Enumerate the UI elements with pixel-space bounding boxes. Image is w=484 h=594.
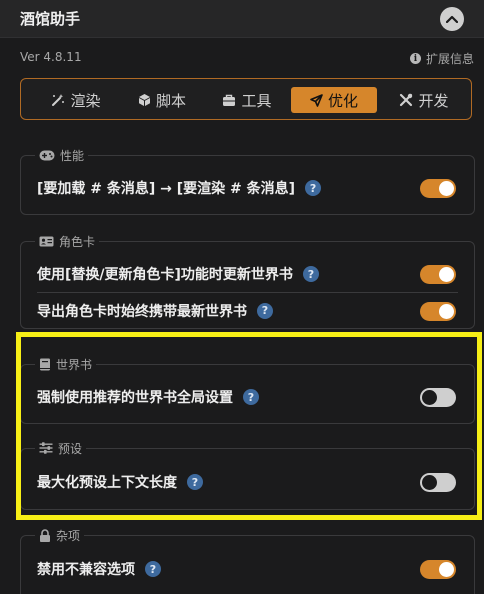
setting-label: 导出角色卡时始终携带最新世界书: [37, 303, 247, 320]
section-misc-legend: 杂项: [35, 527, 85, 543]
extension-info-link[interactable]: i 扩展信息: [409, 50, 474, 67]
section-misc: 杂项 禁用不兼容选项 ?: [20, 527, 475, 594]
toggle-knob: [422, 390, 437, 405]
toggle-knob: [422, 475, 437, 490]
section-preset-legend: 预设: [35, 440, 87, 456]
setting-toggle[interactable]: [420, 388, 456, 407]
section-character-card: 角色卡 使用[替换/更新角色卡]功能时更新世界书 ? 导出角色卡时始终携带最新世…: [20, 233, 475, 329]
tab-tools-label: 工具: [241, 91, 272, 110]
setting-toggle[interactable]: [420, 560, 456, 579]
tab-tools[interactable]: 工具: [216, 87, 278, 113]
section-preset-title: 预设: [58, 441, 83, 456]
extension-info-label: 扩展信息: [425, 52, 474, 66]
collapse-button[interactable]: [440, 7, 464, 31]
setting-row: [要加载 # 条消息] → [要渲染 # 条消息] ?: [37, 170, 458, 206]
lock-icon: [40, 528, 50, 542]
magic-wand-icon: [52, 94, 65, 106]
setting-label: 强制使用推荐的世界书全局设置: [37, 390, 233, 406]
setting-row: 最大化预设上下文长度 ?: [37, 464, 458, 500]
section-performance: 性能 [要加载 # 条消息] → [要渲染 # 条消息] ?: [20, 147, 475, 215]
help-icon[interactable]: ?: [145, 561, 161, 577]
setting-label: 使用[替换/更新角色卡]功能时更新世界书: [37, 267, 293, 283]
setting-row: 禁用不兼容选项 ?: [37, 551, 458, 587]
chevron-up-icon: [446, 15, 458, 23]
setting-row: 使用[替换/更新角色卡]功能时更新世界书 ?: [37, 256, 458, 292]
help-icon[interactable]: ?: [305, 180, 322, 196]
setting-label: [要加载 # 条消息] → [要渲染 # 条消息]: [37, 181, 296, 197]
setting-label: 最大化预设上下文长度: [37, 475, 177, 491]
setting-toggle[interactable]: [420, 179, 456, 198]
section-worldbook-title: 世界书: [56, 357, 93, 372]
tab-optimize-label: 优化: [327, 91, 358, 110]
setting-toggle[interactable]: [420, 302, 456, 321]
toggle-knob: [439, 304, 454, 319]
tab-develop-label: 开发: [418, 91, 449, 110]
tools-icon: [400, 93, 413, 107]
version-label: Ver 4.8.11: [20, 50, 82, 64]
toggle-knob: [439, 562, 454, 577]
section-worldbook-legend: 世界书: [35, 356, 97, 372]
tab-develop[interactable]: 开发: [393, 87, 455, 113]
header-bar: 酒馆助手: [0, 0, 484, 38]
id-card-icon: [39, 236, 54, 246]
send-icon: [310, 93, 323, 107]
tab-script-label: 脚本: [155, 91, 186, 110]
app-title: 酒馆助手: [20, 10, 81, 28]
help-icon[interactable]: ?: [243, 389, 259, 405]
toggle-knob: [439, 267, 454, 282]
setting-toggle[interactable]: [420, 265, 456, 284]
tab-bar: 渲染 脚本 工具 优化 开发: [20, 78, 472, 120]
section-performance-title: 性能: [60, 148, 85, 163]
gamepad-icon: [39, 150, 55, 160]
toolbox-icon: [223, 94, 236, 106]
info-icon: i: [409, 53, 421, 64]
cube-icon: [138, 94, 150, 106]
tab-optimize[interactable]: 优化: [291, 87, 377, 113]
help-icon[interactable]: ?: [302, 266, 319, 282]
setting-toggle[interactable]: [420, 473, 456, 492]
section-preset: 预设 最大化预设上下文长度 ?: [20, 440, 475, 510]
setting-row: 导出角色卡时始终携带最新世界书 ?: [37, 292, 458, 328]
help-icon[interactable]: ?: [257, 302, 273, 319]
section-misc-title: 杂项: [56, 528, 81, 543]
section-worldbook: 世界书 强制使用推荐的世界书全局设置 ?: [20, 356, 475, 424]
setting-row: 强制使用推荐的世界书全局设置 ?: [37, 379, 458, 415]
tab-render[interactable]: 渲染: [45, 87, 107, 113]
section-performance-legend: 性能: [35, 147, 89, 163]
help-icon[interactable]: ?: [187, 474, 203, 490]
book-icon: [40, 358, 50, 370]
sliders-icon: [39, 442, 53, 454]
section-character-card-title: 角色卡: [59, 234, 96, 249]
setting-label: 禁用不兼容选项: [37, 562, 135, 578]
section-character-card-legend: 角色卡: [35, 233, 100, 249]
tab-render-label: 渲染: [70, 91, 101, 110]
tab-script[interactable]: 脚本: [131, 87, 193, 113]
toggle-knob: [439, 181, 454, 196]
